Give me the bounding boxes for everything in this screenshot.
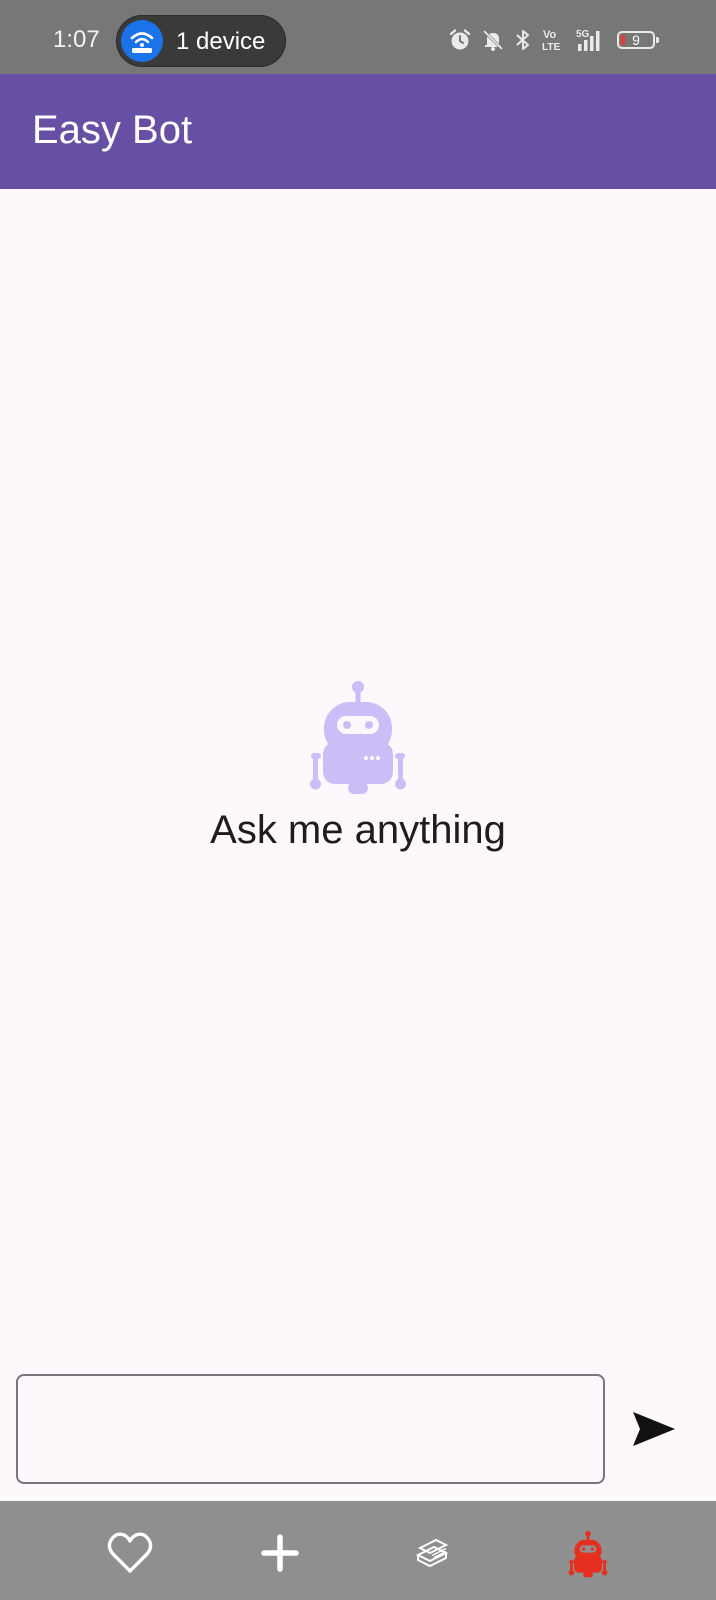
app-title: Easy Bot — [32, 108, 193, 152]
empty-state: Ask me anything — [0, 680, 716, 853]
heart-icon — [107, 1532, 153, 1573]
nav-new-chat[interactable] — [252, 1525, 308, 1581]
robot-icon — [568, 1531, 608, 1578]
robot-icon — [310, 681, 406, 794]
empty-state-message: Ask me anything — [210, 808, 506, 852]
svg-text:5G: 5G — [576, 29, 590, 40]
book-stack-icon — [415, 1538, 449, 1568]
send-icon — [633, 1412, 675, 1446]
hotspot-label: 1 device — [176, 28, 266, 55]
wifi-hotspot-icon — [121, 20, 163, 62]
hotspot-chip[interactable]: 1 device — [116, 15, 286, 67]
app-bar: Easy Bot — [0, 74, 716, 189]
status-bar: 1:07 1 device Vo LTE 5G 9 — [0, 0, 716, 74]
battery-icon: 9 — [617, 31, 659, 49]
send-button[interactable] — [630, 1405, 678, 1453]
volte-icon: Vo LTE — [542, 29, 560, 53]
signal-5g-icon: 5G — [576, 29, 600, 51]
battery-level: 9 — [632, 32, 640, 48]
status-time: 1:07 — [53, 26, 100, 53]
notifications-off-icon — [482, 29, 504, 51]
message-input[interactable] — [18, 1376, 603, 1482]
status-icons: Vo LTE 5G 9 — [448, 26, 659, 54]
svg-text:LTE: LTE — [542, 42, 560, 53]
alarm-icon — [449, 29, 471, 50]
message-input-box[interactable] — [16, 1374, 605, 1484]
nav-library[interactable] — [406, 1525, 462, 1581]
nav-favorites[interactable] — [101, 1525, 157, 1581]
bottom-nav — [0, 1501, 716, 1600]
nav-bot[interactable] — [560, 1525, 616, 1581]
svg-text:Vo: Vo — [543, 29, 557, 41]
plus-icon — [261, 1534, 299, 1572]
bluetooth-icon — [516, 30, 529, 50]
